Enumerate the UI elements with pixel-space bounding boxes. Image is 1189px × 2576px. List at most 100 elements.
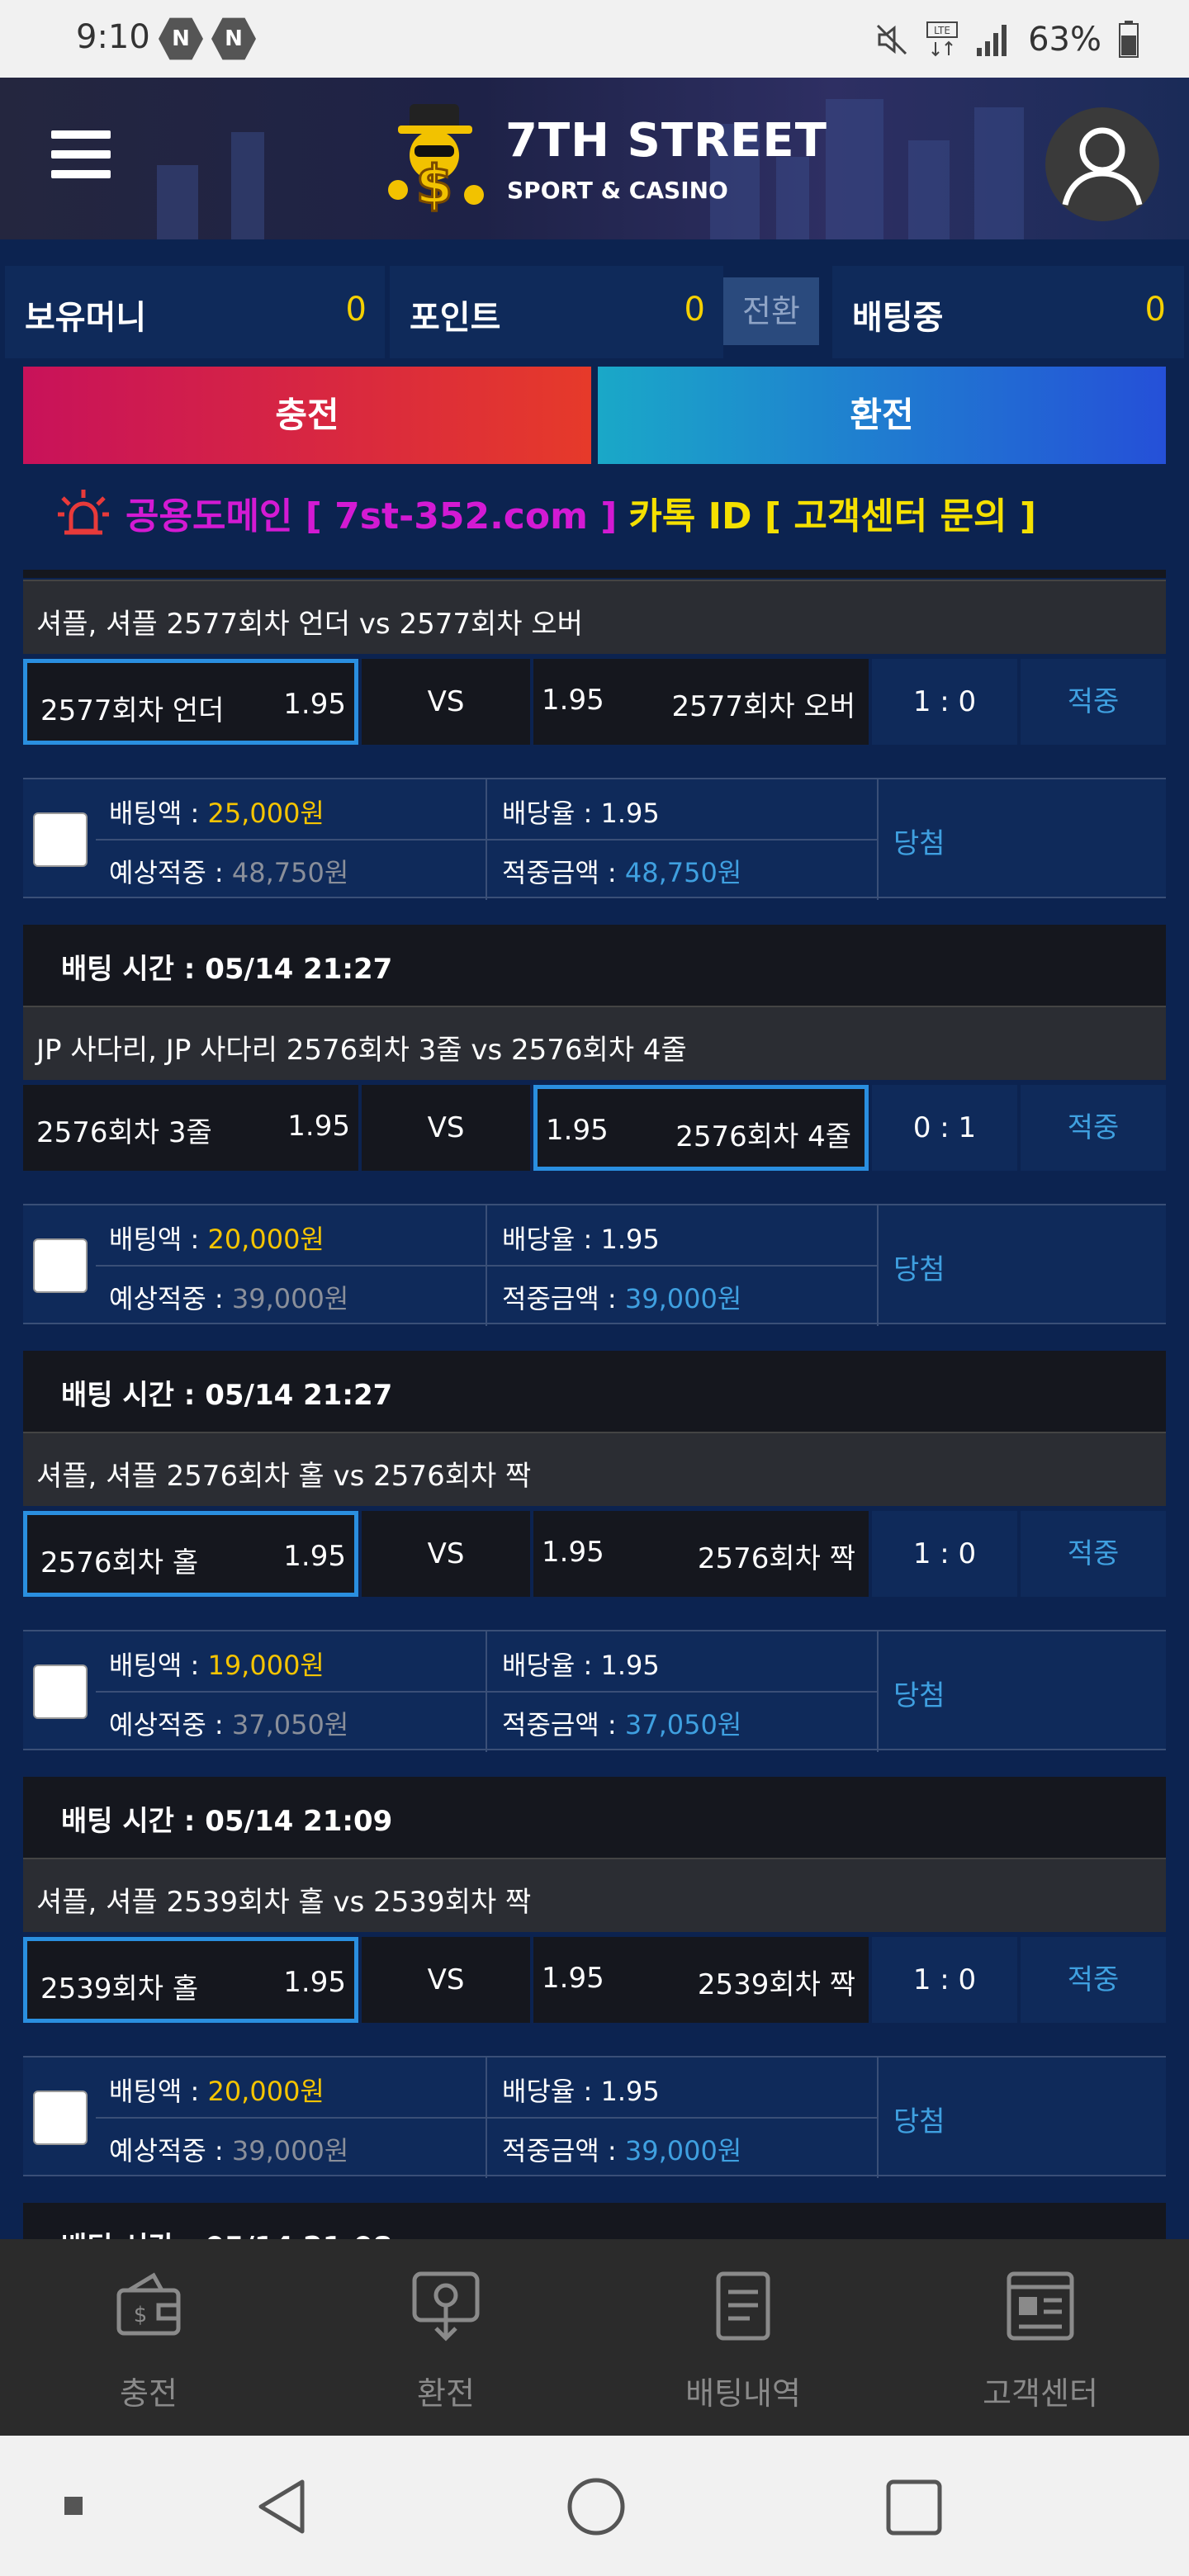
back-icon[interactable]	[253, 2477, 310, 2536]
wallet-bar: 보유머니 0 포인트 0 배팅중 0	[0, 266, 1189, 358]
odds-row: 2577회차 언더 1.95 VS 1.95 2577회차 오버 1 : 0 적…	[23, 659, 1166, 745]
hamburger-icon[interactable]	[51, 130, 111, 180]
bet-amount-value: 25,000원	[207, 798, 324, 829]
nav-bet-history[interactable]: 배팅내역	[594, 2239, 892, 2436]
odds-rate: 배당율 : 1.95	[502, 793, 660, 831]
home-option-odds: 1.95	[283, 688, 346, 721]
away-option[interactable]: 1.95 2577회차 오버	[533, 659, 869, 745]
battery-percent: 63%	[1028, 21, 1101, 59]
home-option[interactable]: 2576회차 3줄 1.95	[23, 1085, 358, 1171]
home-option-name: 2539회차 홀	[40, 1972, 199, 2005]
select-checkbox[interactable]	[33, 2091, 88, 2145]
balance-cell: 보유머니 0	[5, 266, 385, 358]
bet-item: 배팅 시간 : 05/14 21:27 JP 사다리, JP 사다리 2576회…	[23, 925, 1166, 1341]
expected-win: 예상적중 : 39,000원	[109, 1278, 348, 1316]
home-option-name: 2576회차 홀	[40, 1546, 199, 1579]
vs-label: VS	[362, 1937, 530, 2023]
away-option-name: 2577회차 오버	[671, 690, 855, 723]
won-amount-value: 37,050원	[624, 1709, 742, 1740]
svg-text:$: $	[134, 2303, 148, 2327]
expected-win-value: 39,000원	[231, 2135, 349, 2166]
game-title-text: 셔플, 셔플 2577회차 언더 vs 2577회차 오버	[36, 608, 583, 641]
system-nav-bar	[0, 2436, 1189, 2576]
bet-amount-value: 20,000원	[207, 2076, 324, 2107]
bet-history-list[interactable]: 셔플, 셔플 2577회차 언더 vs 2577회차 오버 2577회차 언더 …	[0, 570, 1189, 2239]
select-checkbox[interactable]	[33, 1238, 88, 1293]
bet-time-text: 배팅 시간 : 05/14 21:27	[61, 1379, 393, 1412]
detail-divider	[486, 779, 487, 900]
away-option[interactable]: 1.95 2576회차 짝	[533, 1511, 869, 1597]
odds-rate-label: 배당율 :	[502, 2076, 601, 2107]
won-amount-label: 적중금액 :	[502, 857, 625, 888]
bet-item: 배팅 시간 : 05/14 21:08	[23, 2203, 1166, 2239]
betting-label: 배팅중	[852, 299, 944, 337]
betting-value: 0	[1144, 291, 1166, 329]
away-option[interactable]: 1.95 2539회차 짝	[533, 1937, 869, 2023]
bet-time-bar: 배팅 시간 : 05/14 21:08	[23, 2203, 1166, 2239]
site-header: $ 7TH STREET SPORT & CASINO	[0, 78, 1189, 239]
expected-win-label: 예상적중 :	[109, 857, 232, 888]
home-option-odds: 1.95	[283, 1966, 346, 1999]
svg-text:$: $	[416, 155, 453, 216]
bet-amount: 배팅액 : 20,000원	[109, 1219, 324, 1257]
detail-divider	[486, 1631, 487, 1752]
status-bar: 9:10 N N LTE 63%	[0, 0, 1189, 78]
game-title-text: 셔플, 셔플 2576회차 홀 vs 2576회차 짝	[36, 1460, 532, 1493]
expected-win: 예상적중 : 39,000원	[109, 2130, 348, 2168]
exchange-button[interactable]: 환전	[598, 367, 1166, 464]
away-option-selected[interactable]: 1.95 2576회차 4줄	[533, 1085, 869, 1171]
bet-time-bar: 배팅 시간 : 05/14 21:09	[23, 1777, 1166, 1858]
odds-row: 2539회차 홀 1.95 VS 1.95 2539회차 짝 1 : 0 적중	[23, 1937, 1166, 2023]
bet-amount-label: 배팅액 :	[109, 1224, 208, 1255]
bet-amount: 배팅액 : 20,000원	[109, 2071, 324, 2109]
user-avatar-icon[interactable]	[1045, 107, 1159, 221]
status-cell: 적중	[1021, 1511, 1166, 1597]
skyline-decoration	[231, 132, 264, 239]
home-option-name: 2577회차 언더	[40, 694, 225, 727]
recents-icon[interactable]	[885, 2479, 943, 2536]
odds-rate: 배당율 : 1.95	[502, 2071, 660, 2109]
expected-win: 예상적중 : 48,750원	[109, 852, 348, 890]
lte-icon: LTE	[926, 21, 959, 57]
result-label: 당첨	[893, 2105, 945, 2138]
nav-customer-center[interactable]: 고객센터	[892, 2239, 1189, 2436]
bet-item: 배팅 시간 : 05/14 21:09 셔플, 셔플 2539회차 홀 vs 2…	[23, 1777, 1166, 2193]
nav-charge[interactable]: $ 충전	[0, 2239, 297, 2436]
home-option-selected[interactable]: 2539회차 홀 1.95	[23, 1937, 358, 2023]
won-amount: 적중금액 : 48,750원	[502, 852, 741, 890]
bet-amount-value: 19,000원	[207, 1650, 324, 1681]
nav-exchange-label: 환전	[417, 2375, 475, 2412]
brand-title: 7TH STREET	[505, 114, 827, 168]
notice-domain-text: 공용도메인 [ 7st-352.com ]	[126, 495, 618, 537]
brand-subtitle: SPORT & CASINO	[507, 177, 728, 204]
bet-detail: 배팅액 : 25,000원 배당율 : 1.95 예상적중 : 48,750원 …	[23, 778, 1166, 900]
home-option-selected[interactable]: 2577회차 언더 1.95	[23, 659, 358, 745]
skyline-decoration	[826, 99, 883, 239]
bet-time-bar: 배팅 시간 : 05/14 21:27	[23, 1351, 1166, 1432]
bet-time-text: 배팅 시간 : 05/14 21:27	[61, 953, 393, 986]
skyline-decoration	[908, 140, 950, 239]
game-title: 셔플, 셔플 2576회차 홀 vs 2576회차 짝	[23, 1432, 1166, 1506]
select-checkbox[interactable]	[33, 1664, 88, 1719]
charge-button[interactable]: 충전	[23, 367, 591, 464]
nav-exchange[interactable]: 환전	[297, 2239, 594, 2436]
svg-text:LTE: LTE	[934, 25, 950, 36]
won-amount-label: 적중금액 :	[502, 2135, 625, 2166]
expected-win-label: 예상적중 :	[109, 1283, 232, 1314]
bet-time-text: 배팅 시간 : 05/14 21:09	[61, 1805, 393, 1838]
select-checkbox[interactable]	[33, 812, 88, 867]
home-icon[interactable]	[566, 2477, 626, 2536]
bet-amount-label: 배팅액 :	[109, 2076, 208, 2107]
home-option-selected[interactable]: 2576회차 홀 1.95	[23, 1511, 358, 1597]
bet-detail: 배팅액 : 20,000원 배당율 : 1.95 예상적중 : 39,000원 …	[23, 1204, 1166, 1326]
odds-rate: 배당율 : 1.95	[502, 1219, 660, 1257]
bet-detail: 배팅액 : 20,000원 배당율 : 1.95 예상적중 : 39,000원 …	[23, 2056, 1166, 2178]
convert-button[interactable]: 전환	[723, 277, 819, 345]
dot-icon[interactable]	[64, 2497, 83, 2515]
status-cell: 적중	[1021, 1937, 1166, 2023]
bet-amount-label: 배팅액 :	[109, 798, 208, 829]
odds-rate-value: 1.95	[600, 1224, 660, 1255]
bet-time-text: 배팅 시간 : 05/14 21:08	[61, 2224, 392, 2239]
bottom-nav: $ 충전 환전 배팅내역 고객센터	[0, 2239, 1189, 2436]
balance-value: 0	[345, 291, 367, 329]
